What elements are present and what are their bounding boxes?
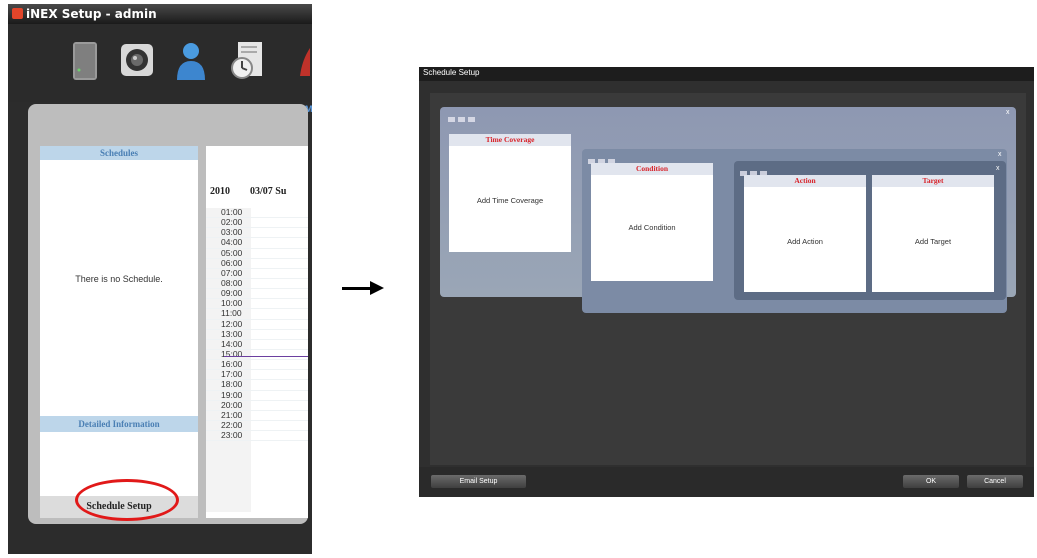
empty-schedule-message: There is no Schedule.	[75, 274, 163, 284]
email-setup-button[interactable]: Email Setup	[431, 475, 526, 488]
action-card[interactable]: Action Add Action	[744, 175, 866, 292]
camera-icon[interactable]	[120, 40, 154, 82]
calendar-date[interactable]: 03/07 Su	[250, 186, 286, 197]
ok-button[interactable]: OK	[903, 475, 959, 488]
schedule-list-box: Schedules There is no Schedule. Detailed…	[40, 146, 198, 518]
edit-icon[interactable]	[458, 117, 465, 122]
panel-toolbar	[740, 163, 770, 176]
user-icon[interactable]	[174, 40, 208, 82]
close-icon[interactable]: x	[998, 151, 1002, 158]
target-card[interactable]: Target Add Target	[872, 175, 994, 292]
window-title: iNEX Setup - admin	[26, 7, 157, 21]
card-header: Condition	[591, 163, 713, 175]
calendar-year: 2010	[210, 186, 230, 197]
panel-toolbar	[588, 151, 618, 164]
add-icon[interactable]	[448, 117, 455, 122]
close-icon[interactable]: x	[996, 165, 1000, 172]
dialog-content: x Time Coverage Add Time Coverage x Cond…	[430, 93, 1026, 465]
calendar-view: 2010 03/07 Su 01:00 02:00 03:00 04:00 05:00 0…	[206, 146, 308, 518]
event-icon[interactable]	[298, 40, 312, 82]
schedules-header: Schedules	[40, 146, 198, 160]
detail-header: Detailed Information	[40, 416, 198, 432]
cancel-button[interactable]: Cancel	[967, 475, 1023, 488]
title-bar: iNEX Setup - admin	[8, 4, 312, 24]
time-coverage-card[interactable]: Time Coverage Add Time Coverage	[449, 134, 571, 252]
panel-toolbar	[448, 109, 478, 122]
arrow-head-icon	[370, 281, 384, 295]
schedule-panel: Schedules There is no Schedule. Detailed…	[28, 104, 308, 524]
toolbar: Event M	[8, 24, 312, 114]
schedule-setup-dialog: Schedule Setup x Time Coverage Add Time …	[419, 67, 1034, 497]
card-header: Action	[744, 175, 866, 187]
hour-row: 23:00	[206, 430, 308, 442]
add-time-coverage-text[interactable]: Add Time Coverage	[449, 196, 571, 205]
card-header: Target	[872, 175, 994, 187]
delete-icon[interactable]	[468, 117, 475, 122]
dialog-title: Schedule Setup	[423, 68, 480, 77]
server-icon[interactable]	[68, 40, 102, 82]
card-header: Time Coverage	[449, 134, 571, 146]
close-icon[interactable]: x	[1006, 109, 1010, 116]
highlight-ellipse	[75, 479, 179, 521]
dialog-button-bar: Email Setup OK Cancel	[419, 467, 1034, 497]
current-time-line	[224, 356, 308, 357]
dialog-title-bar: Schedule Setup	[419, 67, 1034, 81]
action-panel: x Action Add Action Target Add Target	[734, 161, 1006, 300]
add-action-text[interactable]: Add Action	[744, 237, 866, 246]
hour-row: 18:00	[206, 380, 308, 391]
add-condition-text[interactable]: Add Condition	[591, 223, 713, 232]
add-target-text[interactable]: Add Target	[872, 237, 994, 246]
hour-list: 01:00 02:00 03:00 04:00 05:00 06:00 07:00 08:00…	[206, 207, 308, 442]
condition-card[interactable]: Condition Add Condition	[591, 163, 713, 281]
app-icon	[12, 8, 23, 19]
arrow-shaft	[342, 287, 372, 290]
clock-document-icon[interactable]	[230, 40, 264, 82]
